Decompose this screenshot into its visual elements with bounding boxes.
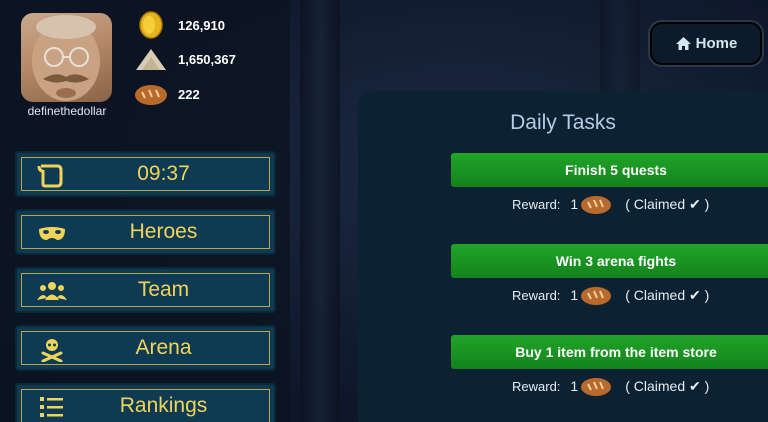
menu-label: Arena (135, 336, 192, 359)
daily-tasks-panel: Daily Tasks Finish 5 quests Reward: 1 ( … (358, 91, 768, 422)
menu-label: 09:37 (137, 162, 190, 185)
menu-button-heroes[interactable]: Heroes (15, 209, 276, 255)
background-pillar (300, 0, 340, 422)
task-reward: Reward: 1 ( Claimed ✔ ) (512, 373, 709, 399)
claimed-status: ( Claimed ✔ ) (625, 195, 710, 212)
task-name: Buy 1 item from the item store (515, 344, 717, 360)
menu-label: Rankings (119, 394, 208, 417)
resource-gold: 126,910 (134, 11, 225, 39)
resource-sand: 1,650,367 (134, 45, 236, 73)
reward-label: Reward: (512, 287, 561, 303)
reward-quantity: 1 (570, 196, 579, 212)
panel-title: Daily Tasks (510, 111, 616, 134)
mask-icon (39, 227, 65, 240)
menu-button-arena[interactable]: Arena (15, 325, 276, 371)
claimed-status: ( Claimed ✔ ) (625, 377, 710, 394)
home-icon (675, 37, 691, 50)
task-button[interactable]: Buy 1 item from the item store (451, 335, 768, 369)
list-icon (40, 397, 63, 417)
resource-bread: 222 (134, 80, 200, 108)
reward-label: Reward: (512, 196, 561, 212)
task-name: Finish 5 quests (565, 162, 667, 178)
menu-button-rankings[interactable]: Rankings (15, 383, 276, 422)
resource-value: 126,910 (178, 17, 225, 33)
avatar[interactable] (21, 13, 112, 102)
home-button[interactable]: Home (648, 20, 764, 67)
task-button[interactable]: Finish 5 quests (451, 153, 768, 187)
task-reward: Reward: 1 ( Claimed ✔ ) (512, 282, 709, 308)
sand-pile-icon (136, 49, 166, 70)
resource-value: 1,650,367 (178, 51, 236, 67)
claimed-status: ( Claimed ✔ ) (625, 286, 710, 303)
skull-crossbones-icon (41, 339, 63, 362)
menu-label: Heroes (129, 220, 198, 243)
menu-button-team[interactable]: Team (15, 267, 276, 313)
reward-quantity: 1 (570, 287, 579, 303)
sidebar: definethedollar 126,910 1,650,367 222 09… (0, 0, 290, 422)
bread-icon (135, 85, 167, 105)
task-button[interactable]: Win 3 arena fights (451, 244, 768, 278)
scroll-icon (37, 164, 63, 188)
gold-coin-icon (139, 11, 163, 39)
task-reward: Reward: 1 ( Claimed ✔ ) (512, 191, 709, 217)
bread-icon (581, 196, 612, 214)
menu-label: Team (137, 278, 190, 301)
username: definethedollar (27, 104, 107, 118)
reward-label: Reward: (512, 378, 561, 394)
menu-button-timer[interactable]: 09:37 (15, 151, 276, 197)
bread-icon (581, 287, 612, 305)
bread-icon (581, 378, 612, 396)
team-icon (37, 282, 67, 300)
reward-quantity: 1 (570, 378, 579, 394)
task-name: Win 3 arena fights (555, 253, 677, 269)
home-label: Home (695, 35, 738, 52)
resource-value: 222 (178, 86, 200, 102)
